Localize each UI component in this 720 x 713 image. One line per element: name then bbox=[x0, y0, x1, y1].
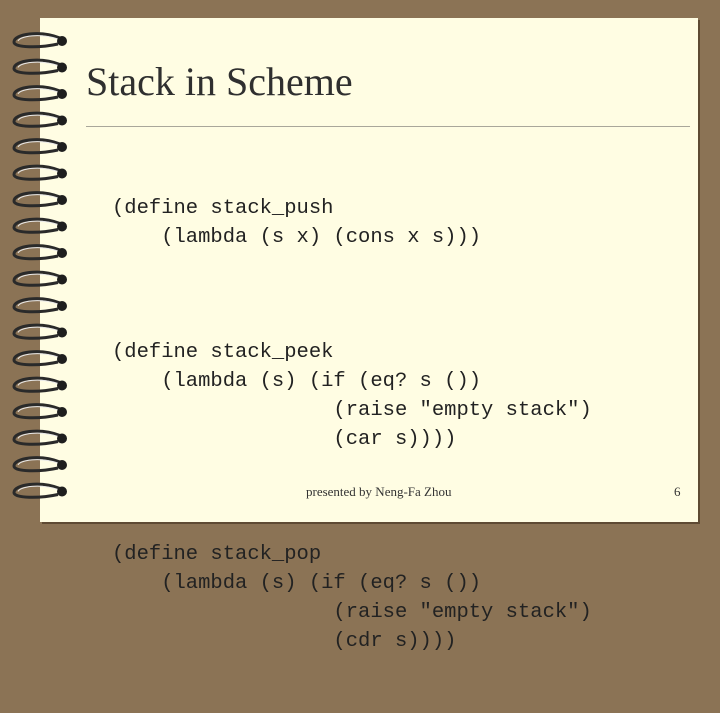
code-block-stack-pop: (define stack_pop (lambda (s) (if (eq? s… bbox=[112, 543, 592, 653]
footer-presenter: presented by Neng-Fa Zhou bbox=[306, 484, 452, 499]
binding-hole-icon bbox=[57, 407, 67, 417]
binding-hole-icon bbox=[57, 142, 67, 152]
binding-hole-icon bbox=[57, 115, 67, 126]
binding-hole-icon bbox=[57, 89, 67, 99]
code-block-stack-push: (define stack_push (lambda (s x) (cons x… bbox=[112, 197, 482, 249]
binding-hole-icon bbox=[57, 274, 67, 285]
binding-hole-icon bbox=[57, 301, 67, 311]
title-divider bbox=[86, 126, 690, 127]
binding-hole-icon bbox=[57, 62, 67, 73]
binding-hole-icon bbox=[57, 433, 67, 444]
binding-hole-icon bbox=[57, 460, 67, 470]
binding-hole-icon bbox=[57, 168, 67, 179]
page-number: 6 bbox=[674, 484, 681, 499]
binding-hole-icon bbox=[57, 380, 67, 391]
code-area: (define stack_push (lambda (s x) (cons x… bbox=[112, 136, 592, 713]
binding-hole-icon bbox=[57, 248, 67, 258]
binding-hole-icon bbox=[57, 195, 67, 205]
binding-hole-icon bbox=[57, 327, 67, 338]
spiral-binding bbox=[12, 32, 67, 499]
binding-hole-icon bbox=[57, 354, 67, 364]
binding-hole-icon bbox=[57, 486, 67, 497]
binding-hole-icon bbox=[57, 221, 67, 232]
binding-hole-icon bbox=[57, 36, 67, 46]
code-block-stack-peek: (define stack_peek (lambda (s) (if (eq? … bbox=[112, 341, 592, 451]
slide-title: Stack in Scheme bbox=[86, 59, 353, 104]
